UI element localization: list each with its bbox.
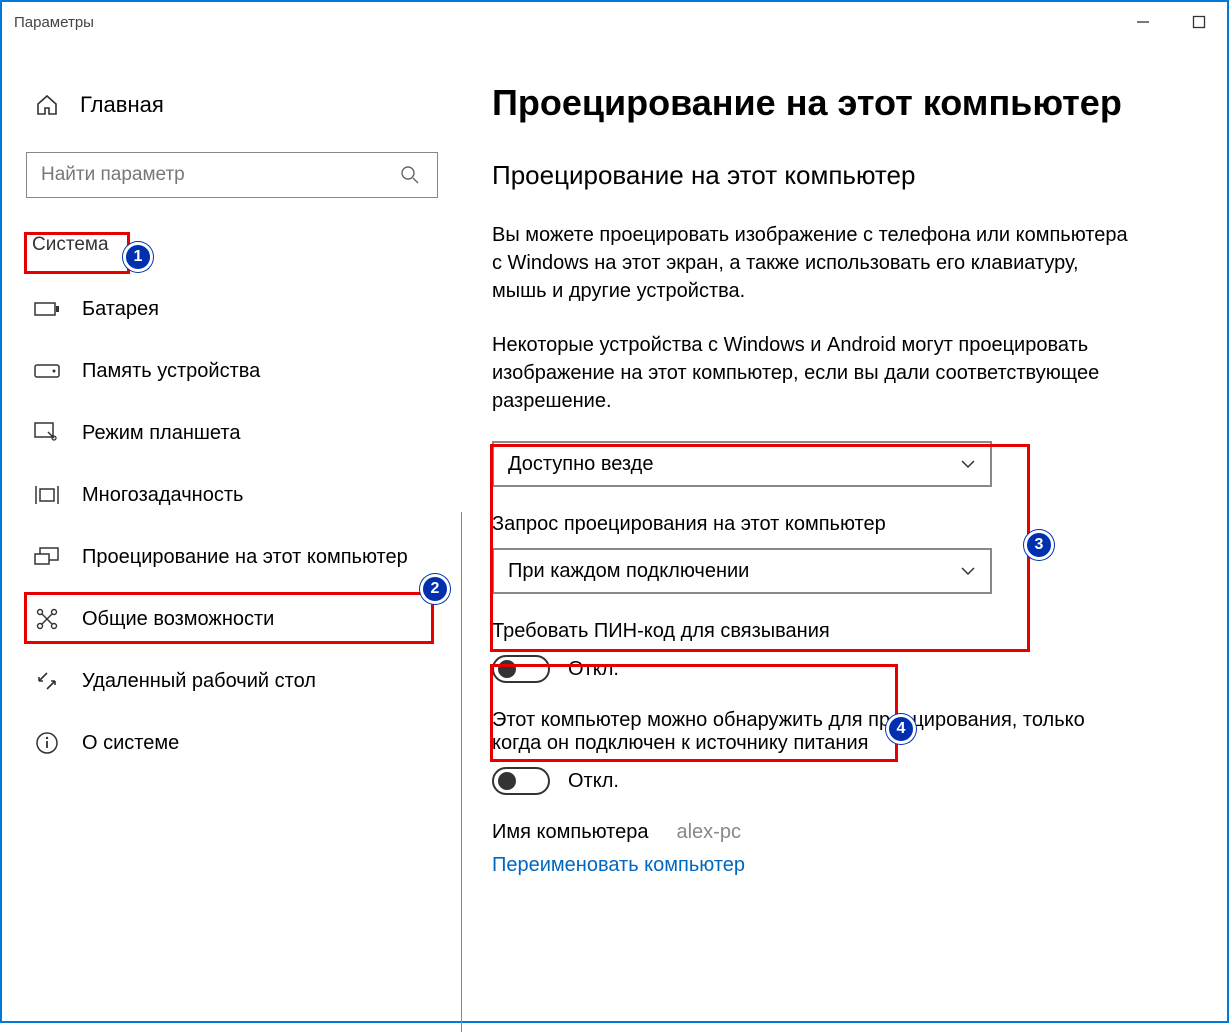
pin-toggle[interactable] xyxy=(492,655,550,683)
sidebar-item-about[interactable]: О системе xyxy=(26,712,438,774)
sidebar-item-label: Удаленный рабочий стол xyxy=(82,670,316,693)
window-title: Параметры xyxy=(14,14,94,31)
sidebar-item-label: О системе xyxy=(82,732,179,755)
maximize-icon xyxy=(1192,15,1206,29)
power-toggle[interactable] xyxy=(492,767,550,795)
section-subtitle: Проецирование на этот компьютер xyxy=(492,160,1187,191)
request-label: Запрос проецирования на этот компьютер xyxy=(492,513,1187,536)
minimize-button[interactable] xyxy=(1115,2,1171,42)
dropdown-value: При каждом подключении xyxy=(508,560,749,583)
sidebar-item-battery[interactable]: Батарея xyxy=(26,278,438,340)
divider xyxy=(461,512,462,1032)
minimize-icon xyxy=(1136,15,1150,29)
description-2: Некоторые устройства с Windows и Android… xyxy=(492,331,1132,415)
pc-name-label: Имя компьютера xyxy=(492,821,648,844)
maximize-button[interactable] xyxy=(1171,2,1227,42)
remote-desktop-icon xyxy=(34,668,60,694)
home-link[interactable]: Главная xyxy=(26,82,438,128)
home-label: Главная xyxy=(80,92,164,118)
page-title: Проецирование на этот компьютер xyxy=(492,82,1187,124)
tablet-icon xyxy=(34,420,60,446)
request-dropdown[interactable]: При каждом подключении xyxy=(492,548,992,594)
main-content: Проецирование на этот компьютер Проециро… xyxy=(462,42,1227,1021)
power-toggle-state: Откл. xyxy=(568,770,619,793)
sidebar-item-label: Память устройства xyxy=(82,360,260,383)
sidebar-item-tablet-mode[interactable]: Режим планшета xyxy=(26,402,438,464)
chevron-down-icon xyxy=(960,456,976,472)
battery-icon xyxy=(34,296,60,322)
sidebar-item-multitasking[interactable]: Многозадачность xyxy=(26,464,438,526)
availability-dropdown[interactable]: Доступно везде xyxy=(492,441,992,487)
search-placeholder: Найти параметр xyxy=(41,164,185,186)
pc-name-value: alex-pc xyxy=(676,821,740,844)
sidebar-item-shared[interactable]: Общие возможности xyxy=(26,588,438,650)
home-icon xyxy=(34,92,60,118)
sidebar: Главная Найти параметр Система Батарея П… xyxy=(2,42,462,1021)
titlebar: Параметры xyxy=(2,2,1227,42)
power-label: Этот компьютер можно обнаружить для прое… xyxy=(492,709,1112,755)
sidebar-item-label: Общие возможности xyxy=(82,608,274,631)
pin-label: Требовать ПИН-код для связывания xyxy=(492,620,1187,643)
sidebar-item-label: Батарея xyxy=(82,298,159,321)
section-system[interactable]: Система xyxy=(26,226,115,264)
info-icon xyxy=(34,730,60,756)
multitasking-icon xyxy=(34,482,60,508)
description-1: Вы можете проецировать изображение с тел… xyxy=(492,221,1132,305)
sidebar-item-label: Проецирование на этот компьютер xyxy=(82,546,408,569)
sidebar-item-storage[interactable]: Память устройства xyxy=(26,340,438,402)
dropdown-value: Доступно везде xyxy=(508,453,653,476)
chevron-down-icon xyxy=(960,563,976,579)
sidebar-item-projecting[interactable]: Проецирование на этот компьютер xyxy=(26,526,438,588)
sidebar-item-label: Режим планшета xyxy=(82,422,240,445)
search-input[interactable]: Найти параметр xyxy=(26,152,438,198)
sidebar-item-remote-desktop[interactable]: Удаленный рабочий стол xyxy=(26,650,438,712)
pin-toggle-state: Откл. xyxy=(568,658,619,681)
shared-icon xyxy=(34,606,60,632)
search-icon xyxy=(397,162,423,188)
storage-icon xyxy=(34,358,60,384)
projecting-icon xyxy=(34,544,60,570)
sidebar-item-label: Многозадачность xyxy=(82,484,243,507)
rename-pc-link[interactable]: Переименовать компьютер xyxy=(492,854,1187,877)
